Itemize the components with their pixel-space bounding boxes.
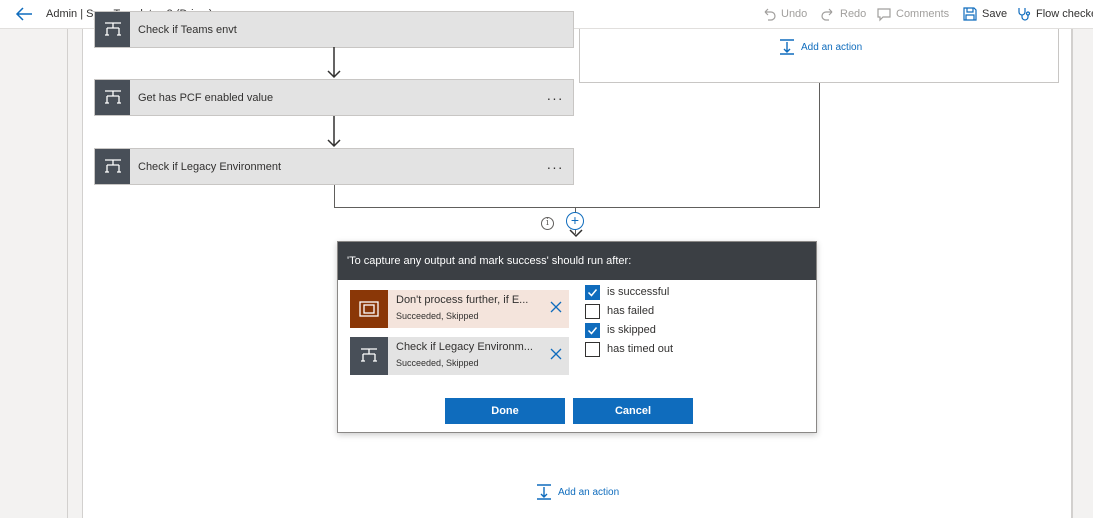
- dependency-name: Check if Legacy Environm...: [396, 341, 533, 353]
- connector-arrow: [327, 47, 341, 79]
- dependency-status: Succeeded, Skipped: [396, 311, 479, 321]
- action-card-pcf[interactable]: Get has PCF enabled value ···: [94, 79, 574, 116]
- insert-step-plus-icon[interactable]: +: [566, 212, 584, 230]
- card-label: Check if Legacy Environment: [138, 160, 282, 173]
- undo-icon: [764, 8, 776, 21]
- flow-checker-button[interactable]: Flow checker: [1016, 5, 1093, 23]
- comments-button[interactable]: Comments: [876, 5, 949, 23]
- add-action-icon: [537, 484, 551, 500]
- condition-icon: [95, 149, 130, 184]
- stethoscope-icon: [1018, 8, 1031, 21]
- action-card-legacy[interactable]: Check if Legacy Environment ···: [94, 148, 574, 185]
- more-options-icon[interactable]: ···: [537, 90, 573, 106]
- option-label: has failed: [607, 305, 655, 317]
- remove-dependency-icon[interactable]: [549, 347, 563, 361]
- dialog-title: 'To capture any output and mark success'…: [338, 242, 816, 280]
- add-action-label: Add an action: [558, 486, 620, 498]
- comment-icon: [877, 8, 891, 22]
- info-icon[interactable]: i: [541, 217, 554, 230]
- condition-icon: [95, 80, 130, 115]
- remove-dependency-icon[interactable]: [549, 300, 563, 314]
- branch-line-right: [819, 83, 820, 208]
- option-is-successful[interactable]: is successful: [585, 284, 669, 300]
- flow-checker-label: Flow checker: [1036, 8, 1093, 20]
- branch-line-left: [334, 185, 335, 208]
- redo-button[interactable]: Redo: [820, 5, 866, 23]
- checkbox-checked-icon[interactable]: [585, 322, 600, 338]
- condition-icon: [95, 12, 130, 47]
- add-action-icon: [780, 39, 794, 55]
- dependency-status: Succeeded, Skipped: [396, 358, 479, 368]
- connector-arrow: [327, 116, 341, 148]
- dependency-name: Don't process further, if E...: [396, 294, 529, 306]
- save-button[interactable]: Save: [962, 5, 1007, 23]
- card-label: Check if Teams envt: [138, 23, 237, 36]
- add-action-label: Add an action: [801, 41, 863, 53]
- redo-icon: [821, 8, 833, 21]
- branch-line-join: [334, 207, 820, 208]
- condition-icon: [350, 337, 388, 375]
- add-action-button-right[interactable]: Add an action: [778, 38, 862, 56]
- add-action-button-bottom[interactable]: Add an action: [535, 483, 619, 501]
- undo-label: Undo: [781, 8, 808, 20]
- dependency-item[interactable]: Don't process further, if E... Succeeded…: [350, 290, 569, 328]
- save-icon: [963, 7, 977, 21]
- back-arrow-icon[interactable]: [14, 5, 34, 23]
- done-button[interactable]: Done: [445, 398, 565, 424]
- option-label: is successful: [607, 286, 670, 298]
- right-branch-panel: Add an action: [579, 29, 1059, 83]
- card-label: Get has PCF enabled value: [138, 91, 274, 104]
- dependency-item[interactable]: Check if Legacy Environm... Succeeded, S…: [350, 337, 569, 375]
- option-is-skipped[interactable]: is skipped: [585, 322, 656, 338]
- option-label: has timed out: [607, 343, 674, 355]
- run-after-dialog: 'To capture any output and mark success'…: [337, 241, 817, 433]
- undo-button[interactable]: Undo: [761, 5, 807, 23]
- option-label: is skipped: [607, 324, 656, 336]
- comments-label: Comments: [896, 8, 950, 20]
- scope-icon: [350, 290, 388, 328]
- redo-label: Redo: [840, 8, 867, 20]
- more-options-icon[interactable]: ···: [537, 159, 573, 175]
- action-card-teams[interactable]: Check if Teams envt: [94, 11, 574, 48]
- checkbox-unchecked-icon[interactable]: [585, 341, 600, 357]
- option-has-failed[interactable]: has failed: [585, 303, 654, 319]
- cancel-button[interactable]: Cancel: [573, 398, 693, 424]
- checkbox-unchecked-icon[interactable]: [585, 303, 600, 319]
- save-label: Save: [982, 8, 1008, 20]
- checkbox-checked-icon[interactable]: [585, 284, 600, 300]
- option-has-timed-out[interactable]: has timed out: [585, 341, 673, 357]
